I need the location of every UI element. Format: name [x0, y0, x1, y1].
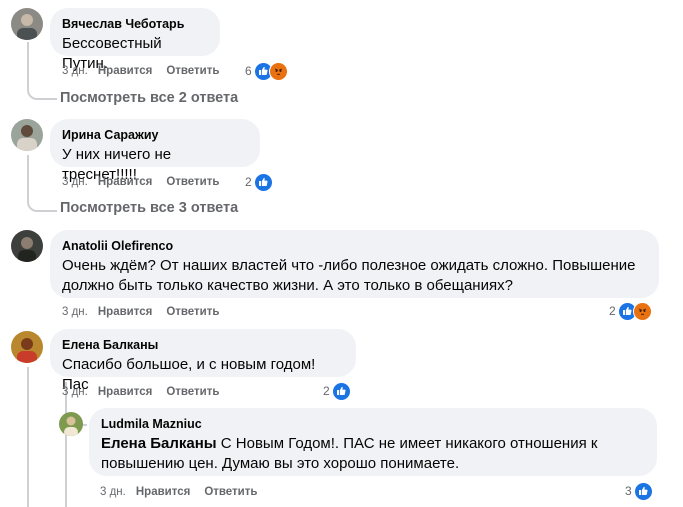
- comment-actions: 3 дн. Нравится Ответить: [62, 384, 219, 400]
- comment-actions: 3 дн. Нравится Ответить: [62, 174, 219, 190]
- thread-line: [27, 367, 29, 507]
- reply-bubble: Ludmila Mazniuc Елена Балканы С Новым Го…: [89, 408, 657, 476]
- avatar[interactable]: [11, 230, 43, 262]
- comment-bubble: Елена Балканы Спасибо большое, и с новым…: [50, 329, 356, 393]
- reaction-count: 2: [323, 384, 330, 398]
- like-icon: [331, 381, 351, 401]
- reaction-summary[interactable]: 6: [245, 61, 288, 81]
- reaction-summary[interactable]: 2: [245, 172, 273, 192]
- like-icon: [253, 172, 273, 192]
- comment-time[interactable]: 3 дн.: [62, 386, 88, 398]
- reply-button[interactable]: Ответить: [166, 176, 219, 188]
- comment-author[interactable]: Anatolii Olefirenco: [62, 238, 647, 254]
- angry-icon: [632, 301, 652, 321]
- reaction-count: 2: [609, 304, 616, 318]
- comment-actions: 3 дн. Нравится Ответить: [62, 304, 219, 320]
- like-button[interactable]: Нравится: [98, 386, 152, 398]
- like-button[interactable]: Нравится: [98, 176, 152, 188]
- angry-icon: [268, 61, 288, 81]
- reaction-count: 2: [245, 175, 252, 189]
- thread-connector: [27, 42, 57, 100]
- reaction-summary[interactable]: 2: [323, 381, 351, 401]
- comment-text: Очень ждём? От наших властей что -либо п…: [62, 257, 636, 294]
- avatar[interactable]: [11, 8, 43, 40]
- avatar[interactable]: [11, 119, 43, 151]
- comment-author[interactable]: Ирина Саражиу: [62, 127, 248, 143]
- reaction-summary[interactable]: 3: [625, 481, 653, 501]
- comment-actions: 3 дн. Нравится Ответить: [62, 63, 219, 79]
- reply-author[interactable]: Ludmila Mazniuc: [101, 416, 645, 432]
- reaction-summary[interactable]: 2: [609, 301, 652, 321]
- comment-time[interactable]: 3 дн.: [62, 306, 88, 318]
- like-button[interactable]: Нравится: [98, 306, 152, 318]
- like-icon: [633, 481, 653, 501]
- reaction-count: 6: [245, 64, 252, 78]
- view-replies-link[interactable]: Посмотреть все 2 ответа: [60, 90, 238, 106]
- comment-bubble: Anatolii Olefirenco Очень ждём? От наших…: [50, 230, 659, 298]
- reply-actions: 3 дн. Нравится Ответить: [100, 484, 257, 500]
- reply-text-block: Елена Балканы С Новым Годом!. ПАС не име…: [101, 434, 645, 474]
- thread-connector: [27, 155, 57, 212]
- comment-time[interactable]: 3 дн.: [62, 65, 88, 77]
- avatar[interactable]: [11, 331, 43, 363]
- view-replies-link[interactable]: Посмотреть все 3 ответа: [60, 200, 238, 216]
- comment-author[interactable]: Елена Балканы: [62, 337, 344, 353]
- thread-line: [65, 426, 67, 507]
- comment-bubble: Ирина Саражиу У них ничего не треснет!!!…: [50, 119, 260, 183]
- reaction-count: 3: [625, 484, 632, 498]
- reply-time[interactable]: 3 дн.: [100, 486, 126, 498]
- comment-time[interactable]: 3 дн.: [62, 176, 88, 188]
- comment-author[interactable]: Вячеслав Чеботарь: [62, 16, 208, 32]
- like-button[interactable]: Нравится: [98, 65, 152, 77]
- avatar[interactable]: [59, 412, 83, 436]
- mention-link[interactable]: Елена Балканы: [101, 435, 217, 452]
- comment-bubble: Вячеслав Чеботарь Бессовестный Путин.: [50, 8, 220, 72]
- reply-button[interactable]: Ответить: [166, 65, 219, 77]
- reply-button[interactable]: Ответить: [204, 486, 257, 498]
- like-button[interactable]: Нравится: [136, 486, 190, 498]
- reply-button[interactable]: Ответить: [166, 306, 219, 318]
- reply-button[interactable]: Ответить: [166, 386, 219, 398]
